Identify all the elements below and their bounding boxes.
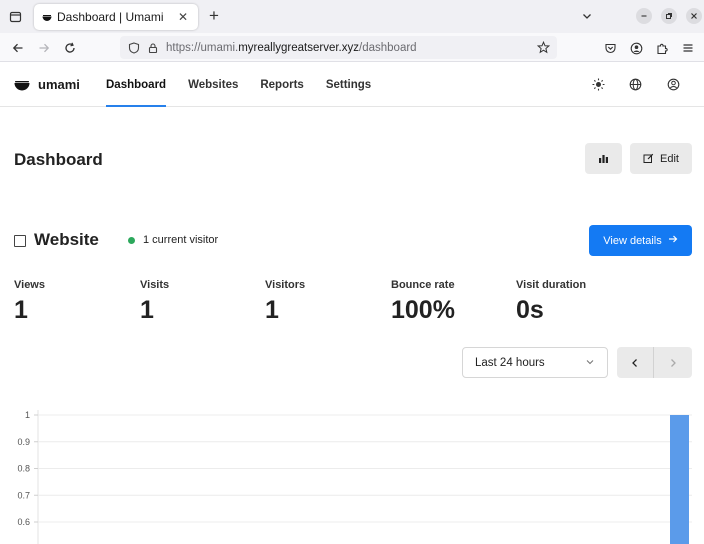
chevron-left-icon [632, 358, 637, 367]
browser-tab-bar: Dashboard | Umami ✕ + [0, 0, 704, 33]
date-range-select[interactable]: Last 24 hours [462, 347, 608, 378]
umami-favicon-icon [42, 15, 52, 21]
brand-logo[interactable]: umami [14, 76, 80, 92]
minimize-icon [641, 15, 647, 17]
chart-y-tick-label: 0.7 [17, 490, 30, 500]
url-text: https://umami.myreallygreatserver.xyz/da… [166, 42, 417, 54]
tab-list-icon [9, 11, 21, 23]
arrow-right-icon [668, 234, 678, 247]
edit-label: Edit [660, 152, 679, 165]
forward-button[interactable] [34, 38, 54, 58]
pocket-icon [604, 43, 616, 53]
language-button[interactable] [628, 77, 642, 91]
extensions-button[interactable] [652, 38, 672, 58]
url-host: myreallygreatserver.xyz [238, 41, 360, 54]
metric-visitors: Visitors 1 [265, 279, 305, 325]
close-window-button[interactable] [686, 8, 702, 24]
chevron-down-icon [586, 360, 594, 365]
chart-bar[interactable] [670, 415, 689, 544]
theme-toggle-button[interactable] [591, 77, 605, 91]
arrow-left-icon [12, 43, 23, 53]
restore-button[interactable] [661, 8, 677, 24]
toggle-charts-button[interactable] [585, 143, 622, 174]
sun-icon [592, 78, 604, 90]
user-circle-icon [667, 78, 679, 90]
page-title: Dashboard [14, 150, 103, 169]
metric-label: Visits [140, 279, 170, 291]
brand-name: umami [38, 76, 80, 92]
nav-reports[interactable]: Reports [260, 62, 303, 107]
tab-close-icon[interactable]: ✕ [176, 10, 190, 24]
reload-icon [65, 42, 75, 53]
metric-label: Views [14, 279, 45, 291]
puzzle-icon [656, 43, 668, 54]
nav-settings[interactable]: Settings [326, 62, 371, 107]
view-details-button[interactable]: View details [589, 225, 692, 256]
globe-icon [629, 78, 641, 90]
url-scheme: https://umami. [166, 41, 239, 54]
profile-button[interactable] [666, 77, 680, 91]
account-button[interactable] [626, 38, 646, 58]
chart-y-tick-label: 0.9 [17, 437, 30, 447]
metric-label: Visitors [265, 279, 306, 291]
view-details-label: View details [603, 234, 662, 247]
tab-list-button[interactable] [0, 0, 30, 33]
chart-y-tick-label: 0.8 [17, 464, 30, 474]
metric-value: 0s [516, 296, 544, 324]
edit-button[interactable]: Edit [630, 143, 692, 174]
pocket-button[interactable] [600, 38, 620, 58]
tab-overflow-button[interactable] [578, 7, 596, 25]
main-nav: Dashboard Websites Reports Settings [106, 62, 393, 107]
minimize-button[interactable] [636, 8, 652, 24]
date-pager [617, 347, 692, 378]
shield-icon[interactable] [126, 40, 142, 56]
chart-y-tick-label: 1 [25, 410, 30, 420]
nav-websites[interactable]: Websites [188, 62, 238, 107]
metric-value: 100% [391, 296, 455, 324]
lock-icon[interactable] [145, 40, 161, 56]
date-range-value: Last 24 hours [475, 356, 545, 369]
browser-nav-bar: https://umami.myreallygreatserver.xyz/da… [0, 33, 704, 62]
hamburger-menu-icon [683, 44, 693, 52]
metric-visits: Visits 1 [140, 279, 169, 325]
metric-label: Bounce rate [391, 279, 455, 291]
url-bar[interactable]: https://umami.myreallygreatserver.xyz/da… [120, 36, 557, 59]
bookmark-star-icon[interactable] [535, 39, 551, 55]
next-period-button[interactable] [654, 347, 691, 378]
edit-icon [643, 153, 654, 164]
metric-views: Views 1 [14, 279, 45, 325]
menu-button[interactable] [678, 38, 698, 58]
metric-value: 1 [265, 296, 279, 324]
chart-y-tick-label: 0.6 [17, 517, 30, 527]
metric-value: 1 [140, 296, 154, 324]
metric-bounce-rate: Bounce rate 100% [391, 279, 455, 325]
account-icon [630, 42, 642, 54]
bar-chart-icon [599, 155, 608, 163]
url-path: /dashboard [359, 41, 417, 54]
website-checkbox[interactable] [14, 235, 26, 247]
metric-value: 1 [14, 296, 28, 324]
current-visitors-text: 1 current visitor [143, 234, 219, 246]
live-indicator-dot [128, 237, 135, 244]
close-icon [691, 13, 697, 19]
reload-button[interactable] [60, 38, 80, 58]
metric-visit-duration: Visit duration 0s [516, 279, 586, 325]
browser-tab-active[interactable]: Dashboard | Umami ✕ [34, 4, 198, 30]
metric-label: Visit duration [516, 279, 587, 291]
pageviews-chart: 1 0.9 0.8 0.7 0.6 [17, 410, 692, 544]
nav-dashboard[interactable]: Dashboard [106, 62, 167, 107]
restore-icon [666, 13, 672, 19]
tab-title: Dashboard | Umami [57, 10, 164, 24]
app-header: umami Dashboard Websites Reports Setting… [0, 62, 704, 107]
back-button[interactable] [8, 38, 28, 58]
arrow-right-icon [39, 43, 50, 53]
website-name: Website [34, 230, 99, 249]
chevron-right-icon [670, 358, 676, 367]
chevron-down-icon [583, 14, 591, 19]
new-tab-button[interactable]: + [205, 5, 223, 27]
previous-period-button[interactable] [617, 347, 654, 378]
umami-logo-icon [14, 81, 30, 91]
